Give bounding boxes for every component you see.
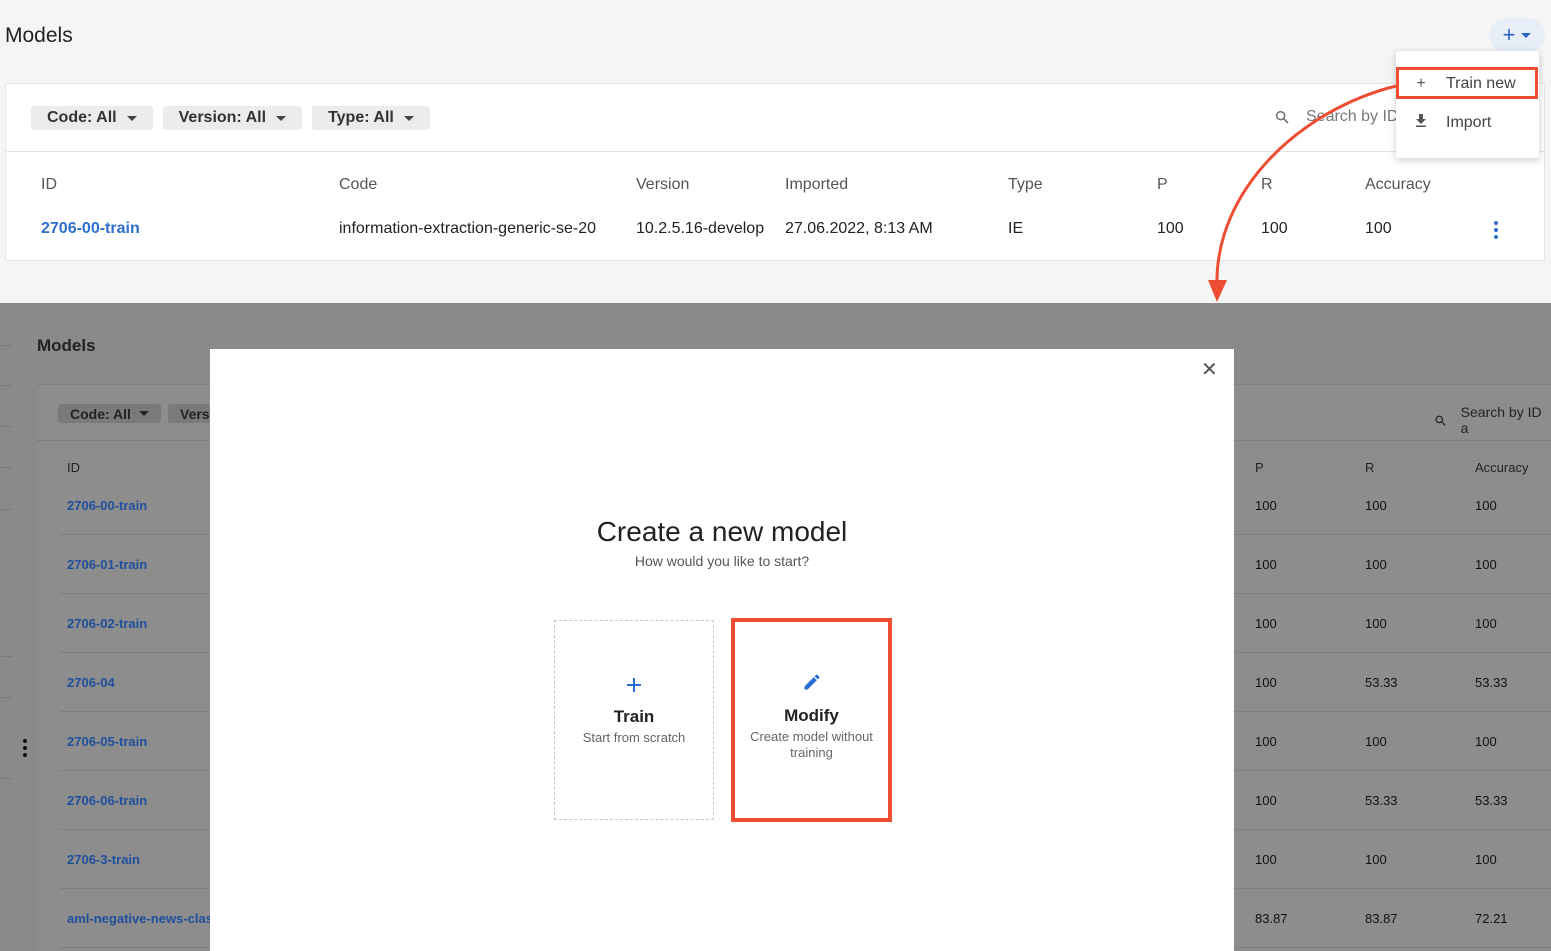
model-accuracy: 100 xyxy=(1475,616,1497,631)
row-menu-icon[interactable] xyxy=(23,739,27,757)
model-id-link[interactable]: 2706-3-train xyxy=(67,852,140,867)
model-accuracy: 100 xyxy=(1365,220,1392,237)
models-page-with-modal: Models Code: All Vers Search by ID a ID … xyxy=(0,303,1551,951)
modify-option-card[interactable]: Modify Create model without training xyxy=(731,618,892,822)
model-id-link[interactable]: 2706-06-train xyxy=(67,793,147,808)
chevron-down-icon xyxy=(276,115,287,121)
download-icon xyxy=(1396,114,1446,132)
pencil-icon xyxy=(735,672,888,694)
model-r: 83.87 xyxy=(1365,911,1398,926)
model-r: 100 xyxy=(1365,852,1387,867)
search-input[interactable]: Search by ID a xyxy=(1434,404,1551,436)
model-p: 83.87 xyxy=(1255,911,1288,926)
column-id[interactable]: ID xyxy=(41,176,57,194)
column-p[interactable]: P xyxy=(1255,460,1264,475)
column-imported[interactable]: Imported xyxy=(785,176,848,194)
model-r: 53.33 xyxy=(1365,793,1398,808)
model-code: information-extraction-generic-se-20 xyxy=(339,220,596,237)
model-p: 100 xyxy=(1255,852,1277,867)
model-r: 53.33 xyxy=(1365,675,1398,690)
model-r: 100 xyxy=(1261,220,1288,237)
import-menu-item[interactable]: Import xyxy=(1396,106,1539,140)
create-model-dialog: ✕ Create a new model How would you like … xyxy=(210,349,1234,951)
model-p: 100 xyxy=(1255,734,1277,749)
model-r: 100 xyxy=(1365,734,1387,749)
column-r[interactable]: R xyxy=(1261,176,1273,194)
option-title: Modify xyxy=(784,706,839,725)
option-description: Create model without training xyxy=(750,729,873,760)
code-filter[interactable]: Code: All xyxy=(31,106,153,130)
model-p: 100 xyxy=(1255,498,1277,513)
code-filter[interactable]: Code: All xyxy=(58,404,161,423)
column-r[interactable]: R xyxy=(1365,460,1374,475)
model-p: 100 xyxy=(1255,557,1277,572)
model-p: 100 xyxy=(1255,616,1277,631)
model-r: 100 xyxy=(1365,557,1387,572)
model-p: 100 xyxy=(1255,793,1277,808)
version-filter[interactable]: Version: All xyxy=(162,106,303,130)
column-code[interactable]: Code xyxy=(339,176,377,194)
models-table-card: Code: All Version: All Type: All Search … xyxy=(5,83,1545,261)
search-icon xyxy=(1435,415,1446,426)
model-accuracy: 53.33 xyxy=(1475,793,1508,808)
dialog-title: Create a new model xyxy=(596,516,848,547)
model-imported: 27.06.2022, 8:13 AM xyxy=(785,220,933,237)
train-new-highlight xyxy=(1396,67,1538,99)
page-title: Models xyxy=(5,24,73,47)
add-model-button[interactable]: + xyxy=(1489,18,1545,52)
chevron-down-icon xyxy=(138,411,149,416)
column-id[interactable]: ID xyxy=(67,460,80,475)
chevron-down-icon xyxy=(1521,32,1532,38)
model-r: 100 xyxy=(1365,498,1387,513)
option-description: Start from scratch xyxy=(582,730,686,745)
column-version[interactable]: Version xyxy=(636,176,689,194)
model-id-link[interactable]: 2706-00-train xyxy=(67,498,147,513)
search-placeholder: Search by ID xyxy=(1306,108,1399,125)
column-accuracy[interactable]: Accuracy xyxy=(1365,176,1431,194)
page-title: Models xyxy=(37,336,96,355)
type-filter[interactable]: Type: All xyxy=(312,106,430,130)
plus-icon xyxy=(555,673,713,695)
model-accuracy: 100 xyxy=(1475,557,1497,572)
model-id-link[interactable]: aml-negative-news-class xyxy=(67,911,220,926)
search-input[interactable]: Search by ID xyxy=(1274,108,1398,126)
close-icon[interactable]: ✕ xyxy=(1201,360,1218,380)
model-id-link[interactable]: 2706-02-train xyxy=(67,616,147,631)
model-accuracy: 53.33 xyxy=(1475,675,1508,690)
chevron-down-icon xyxy=(403,115,414,121)
model-type: IE xyxy=(1008,220,1024,237)
option-title: Train xyxy=(613,707,655,726)
models-page-top: Models + Code: All Version: All Type: Al… xyxy=(0,0,1551,303)
column-p[interactable]: P xyxy=(1157,176,1168,194)
model-accuracy: 100 xyxy=(1475,852,1497,867)
model-accuracy: 100 xyxy=(1475,734,1497,749)
model-p: 100 xyxy=(1255,675,1277,690)
train-option-card[interactable]: Train Start from scratch xyxy=(554,620,714,820)
model-accuracy: 100 xyxy=(1475,498,1497,513)
model-id-link[interactable]: 2706-01-train xyxy=(67,557,147,572)
model-p: 100 xyxy=(1157,220,1184,237)
dialog-subtitle: How would you like to start? xyxy=(634,553,810,569)
divider xyxy=(6,151,1544,152)
version-filter[interactable]: Vers xyxy=(168,404,210,423)
column-type[interactable]: Type xyxy=(1008,176,1043,194)
model-id-link[interactable]: 2706-00-train xyxy=(41,220,140,238)
filter-bar: Code: All Version: All Type: All xyxy=(31,106,430,130)
model-accuracy: 72.21 xyxy=(1475,911,1508,926)
search-icon xyxy=(1275,110,1289,124)
plus-icon: + xyxy=(1502,22,1516,47)
model-id-link[interactable]: 2706-04 xyxy=(67,675,115,690)
column-accuracy[interactable]: Accuracy xyxy=(1475,460,1528,475)
chevron-down-icon xyxy=(126,115,137,121)
model-version: 10.2.5.16-develop xyxy=(636,220,765,237)
model-id-link[interactable]: 2706-05-train xyxy=(67,734,147,749)
row-menu-icon[interactable] xyxy=(1494,221,1498,239)
model-r: 100 xyxy=(1365,616,1387,631)
